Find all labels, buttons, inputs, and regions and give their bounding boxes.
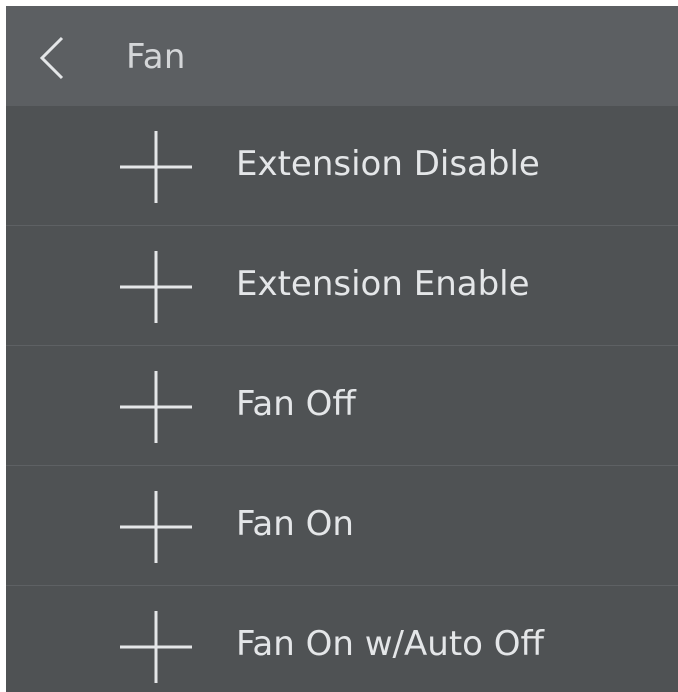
list-item-fan-on-auto-off[interactable]: Fan On w/Auto Off — [6, 586, 678, 692]
page-title: Fan — [126, 37, 186, 77]
app-window: Fan Extension Disable Extension Enable F… — [6, 6, 678, 692]
plus-icon — [120, 371, 192, 443]
list-item-label: Extension Enable — [236, 264, 530, 304]
plus-icon — [120, 131, 192, 203]
list-item-extension-enable[interactable]: Extension Enable — [6, 226, 678, 346]
plus-icon — [120, 251, 192, 323]
list-item-label: Fan Off — [236, 384, 356, 424]
list-item-label: Fan On w/Auto Off — [236, 624, 544, 664]
list-item-fan-on[interactable]: Fan On — [6, 466, 678, 586]
action-list: Extension Disable Extension Enable Fan O… — [6, 106, 678, 692]
plus-icon — [120, 491, 192, 563]
plus-icon — [120, 611, 192, 683]
list-item-extension-disable[interactable]: Extension Disable — [6, 106, 678, 226]
list-item-label: Extension Disable — [236, 144, 540, 184]
list-item-label: Fan On — [236, 504, 354, 544]
list-item-fan-off[interactable]: Fan Off — [6, 346, 678, 466]
back-button[interactable] — [28, 32, 76, 84]
chevron-left-icon — [39, 36, 64, 80]
header-bar: Fan — [6, 6, 678, 106]
